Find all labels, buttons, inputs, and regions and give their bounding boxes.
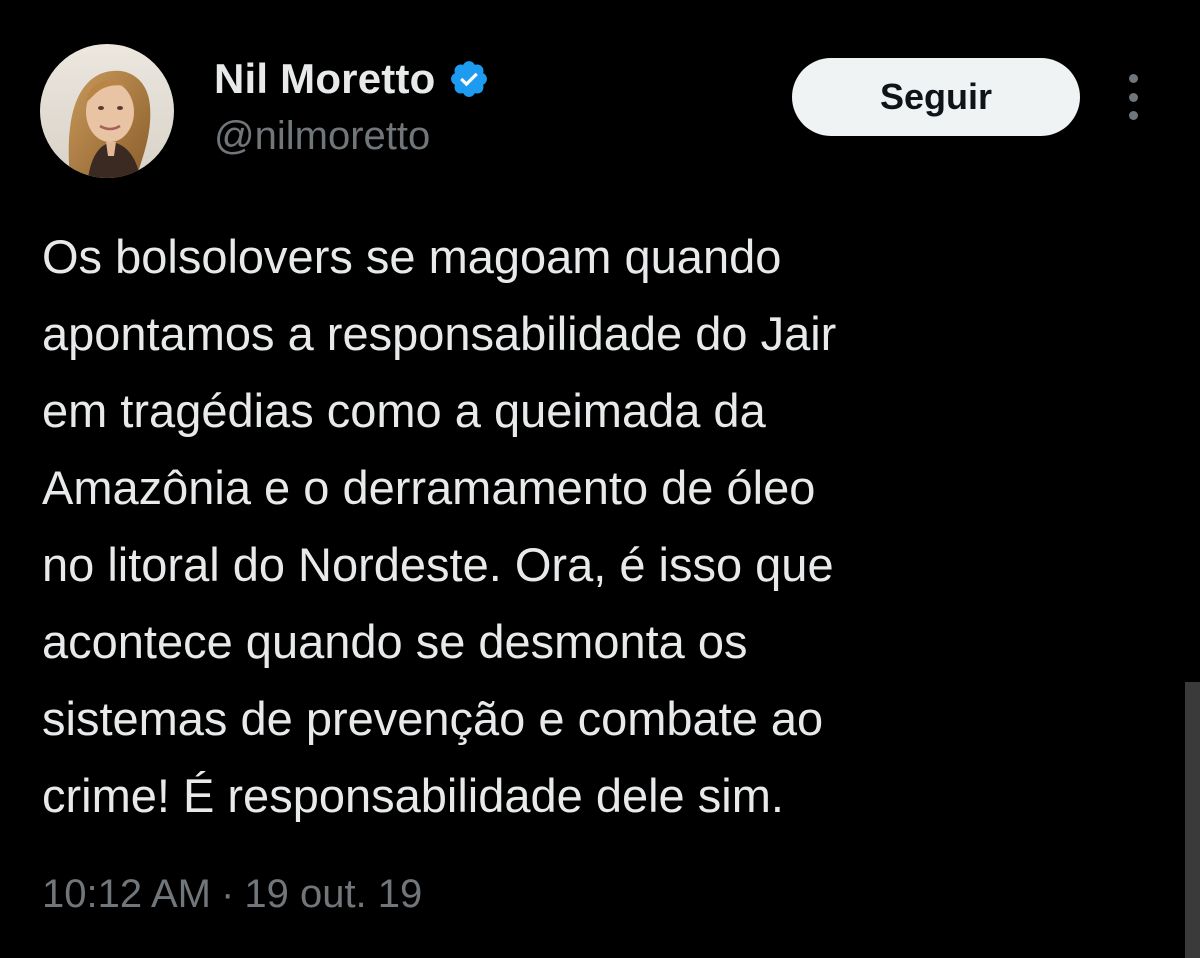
scrollbar[interactable] xyxy=(1185,682,1200,958)
tweet-line: Amazônia e o derramamento de óleo xyxy=(42,461,816,514)
tweet-line: apontamos a responsabilidade do Jair xyxy=(42,307,837,360)
tweet-timestamp: 10:12 AM · 19 out. 19 xyxy=(42,872,422,917)
author-name-row[interactable]: Nil Moretto xyxy=(214,52,490,106)
tweet-line: Os bolsolovers se magoam quando xyxy=(42,230,782,283)
display-name[interactable]: Nil Moretto xyxy=(214,55,436,103)
timestamp-time[interactable]: 10:12 AM xyxy=(42,872,211,917)
tweet-text: Os bolsolovers se magoam quando apontamo… xyxy=(42,218,1152,834)
tweet-line: acontece quando se desmonta os xyxy=(42,615,748,668)
avatar[interactable] xyxy=(40,44,174,178)
tweet-line: crime! É responsabilidade dele sim. xyxy=(42,769,784,822)
tweet-card: Nil Moretto @nilmoretto Seguir Os bolsol… xyxy=(0,0,1200,958)
timestamp-separator: · xyxy=(221,872,235,916)
follow-button[interactable]: Seguir xyxy=(792,58,1080,136)
more-dot xyxy=(1128,92,1138,102)
more-options-icon[interactable] xyxy=(1116,74,1150,120)
tweet-line: sistemas de prevenção e combate ao xyxy=(42,692,824,745)
tweet-line: no litoral do Nordeste. Ora, é isso que xyxy=(42,538,834,591)
avatar-portrait xyxy=(40,44,174,178)
more-dot xyxy=(1128,111,1138,120)
timestamp-date[interactable]: 19 out. 19 xyxy=(244,872,422,917)
verified-badge-icon xyxy=(448,58,490,100)
author-handle[interactable]: @nilmoretto xyxy=(214,114,430,159)
more-dot xyxy=(1128,74,1138,83)
tweet-line: em tragédias como a queimada da xyxy=(42,384,766,437)
